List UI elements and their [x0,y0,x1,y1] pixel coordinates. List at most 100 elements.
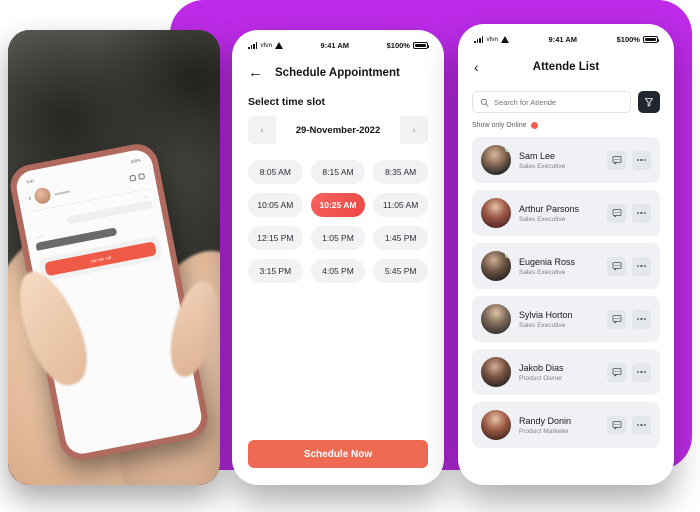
search-input[interactable] [494,97,623,107]
chat-button[interactable] [607,256,626,276]
statusbar-time: 9:41 AM [320,41,350,50]
statusbar-time: 9:41 AM [548,35,578,44]
avatar [481,251,511,281]
back-arrow-icon[interactable]: ← [248,65,263,80]
attendee-text: Randy Donin Product Marketer [519,416,599,435]
attendee-text: Eugenia Ross Sales Executive [519,257,599,276]
attendee-row[interactable]: Arthur Parsons Sales Executive [472,190,660,236]
attendee-text: Jakob Dias Product Owner [519,363,599,382]
screenshot-canvas: 9:41 100% ‹ • • • • • • • • Join the cal… [0,0,700,512]
time-slot[interactable]: 5:45 PM [373,259,428,283]
more-options-button[interactable] [632,309,651,329]
prev-date-button[interactable]: ‹ [248,116,276,144]
time-slot-grid: 8:05 AM 8:15 AM 8:35 AM 10:05 AM 10:25 AM 11:… [232,144,444,283]
time-slot[interactable]: 8:35 AM [373,160,428,184]
filter-button[interactable] [638,91,660,113]
three-dots-icon [636,264,647,268]
more-options-button[interactable] [632,256,651,276]
statusbar-right: $100% [387,41,430,50]
chat-bubble-icon [612,209,621,218]
chat-bubble-icon [612,315,621,324]
more-options-button[interactable] [632,203,651,223]
photo-phone-call-icon [129,174,137,182]
battery-percent-label: $100% [616,35,640,44]
attendee-actions [607,362,651,382]
attendee-row[interactable]: Sylvia Horton Sales Executive [472,296,660,342]
online-status-dot [505,252,511,258]
chat-button[interactable] [607,362,626,382]
time-slot[interactable]: 8:05 AM [248,160,303,184]
attendee-row[interactable]: Eugenia Ross Sales Executive [472,243,660,289]
attendee-list: Sam Lee Sales Executive Arthur Parsons Sale… [458,129,674,448]
chat-button[interactable] [607,150,626,170]
date-selector: ‹ 29-November-2022 › [248,116,428,144]
time-slot[interactable]: 12:15 PM [248,226,303,250]
attendee-role: Product Owner [519,374,563,382]
hand-holding-phone-photo: 9:41 100% ‹ • • • • • • • • Join the cal… [8,30,220,485]
attendee-name: Arthur Parsons [519,203,580,214]
photo-phone-avatar [33,186,53,206]
schedule-cta-wrap: Schedule Now [232,440,444,468]
attendee-row[interactable]: Jakob Dias Product Owner [472,349,660,395]
attendee-role: Sales Executive [519,162,566,170]
next-date-button[interactable]: › [400,116,428,144]
time-slot[interactable]: 3:15 PM [248,259,303,283]
attendee-actions [607,203,651,223]
attendee-row[interactable]: Randy Donin Product Marketer [472,402,660,448]
page-title: Attende List [532,61,600,73]
chat-button[interactable] [607,309,626,329]
time-slot[interactable]: 11:05 AM [373,193,428,217]
attendee-text: Sam Lee Sales Executive [519,151,599,170]
chat-bubble-icon [612,368,621,377]
attendee-list-phone: vfvn 9:41 AM $100% ‹ Attende List Search… [458,24,674,485]
three-dots-icon [636,317,647,321]
avatar-image [481,410,511,440]
time-slot[interactable]: 1:45 PM [373,226,428,250]
statusbar-right: $100% [616,35,660,44]
battery-icon [642,35,660,44]
photo-phone-back-icon: ‹ [28,194,32,202]
more-options-button[interactable] [632,150,651,170]
time-slot-selected[interactable]: 10:25 AM [310,193,366,217]
photo-phone-header-icons [129,172,146,182]
attendee-row[interactable]: Sam Lee Sales Executive [472,137,660,183]
attendee-actions [607,309,651,329]
photo-phone-join-label: Join the call [89,254,112,264]
schedule-appointment-phone: vfvn 9:41 AM $100% ← Schedule Appointmen… [232,30,444,485]
search-row [458,81,674,113]
page-title: Schedule Appointment [275,66,400,79]
signal-bars-icon [474,36,484,43]
attendee-text: Sylvia Horton Sales Executive [519,310,599,329]
avatar [481,145,511,175]
carrier-label: vfvn [486,36,498,43]
attendee-header: ‹ Attende List [458,47,674,81]
online-filter-row[interactable]: Show only Online [458,113,674,129]
avatar-image [481,198,511,228]
time-slot[interactable]: 1:05 PM [310,226,366,250]
back-chevron-icon[interactable]: ‹ [474,59,479,75]
schedule-now-button[interactable]: Schedule Now [248,440,428,468]
attendee-statusbar: vfvn 9:41 AM $100% [458,24,674,47]
online-filter-toggle[interactable] [531,122,539,129]
photo-phone-status-battery: 100% [129,157,141,165]
chat-button[interactable] [607,203,626,223]
attendee-role: Product Marketer [519,427,569,435]
time-slot[interactable]: 8:15 AM [310,160,366,184]
time-slot[interactable]: 4:05 PM [310,259,366,283]
search-box[interactable] [472,91,631,113]
wifi-icon [500,36,509,43]
attendee-name: Randy Donin [519,415,572,426]
more-options-button[interactable] [632,362,651,382]
photo-phone-contact [54,188,71,196]
battery-icon [412,41,430,50]
avatar [481,198,511,228]
attendee-actions [607,150,651,170]
more-options-button[interactable] [632,415,651,435]
chat-bubble-icon [612,421,621,430]
search-icon [480,98,489,107]
online-filter-label: Show only Online [472,122,527,129]
time-slot[interactable]: 10:05 AM [248,193,303,217]
photo-phone-status-time: 9:41 [26,178,35,185]
chat-button[interactable] [607,415,626,435]
photo-phone-join-button: Join the call [44,241,157,277]
